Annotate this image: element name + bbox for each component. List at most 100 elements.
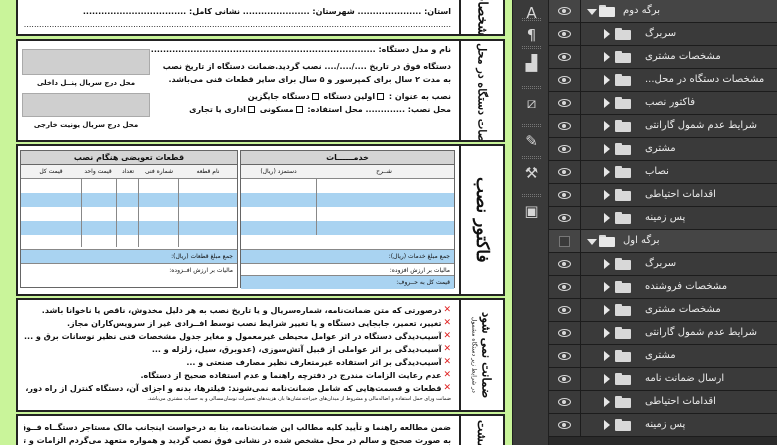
visibility-eye-icon[interactable] <box>549 253 581 275</box>
replacement-device-checkbox[interactable] <box>311 93 319 100</box>
parts-vat-row: مالیات بر ارزش افــزوده: <box>21 263 237 277</box>
panel-grip[interactable] <box>522 194 541 197</box>
table-row[interactable] <box>241 179 454 193</box>
disclosure-closed-icon[interactable] <box>604 351 610 361</box>
disclosure-open-icon[interactable] <box>587 239 597 245</box>
layer-row[interactable]: ارسال ضمانت نامه <box>549 368 777 391</box>
disclosure-closed-icon[interactable] <box>604 144 610 154</box>
disclosure-closed-icon[interactable] <box>604 420 610 430</box>
table-row[interactable] <box>241 207 454 221</box>
brush-presets-icon[interactable]: ✎ <box>513 128 550 154</box>
table-row[interactable] <box>21 235 237 249</box>
app-window: مشخصات استان: ..................... شهرس… <box>0 0 777 445</box>
tool-presets-icon[interactable]: ⚒ <box>513 160 550 186</box>
disclosure-closed-icon[interactable] <box>604 167 610 177</box>
visibility-eye-icon[interactable] <box>549 46 581 68</box>
panel-grip[interactable] <box>522 156 541 159</box>
panel-grip[interactable] <box>522 124 541 127</box>
layer-row[interactable]: فاکتور نصب <box>549 92 777 115</box>
layers-panel[interactable]: برگه دوم سربرگ مشخصات مشتری مشخصات دستگاه د… <box>549 0 777 445</box>
disclosure-closed-icon[interactable] <box>604 190 610 200</box>
visibility-eye-icon[interactable] <box>549 138 581 160</box>
disclosure-closed-icon[interactable] <box>604 397 610 407</box>
visibility-eye-icon[interactable] <box>549 345 581 367</box>
layer-row[interactable]: سربرگ <box>549 23 777 46</box>
layer-row[interactable]: مشخصات مشتری <box>549 46 777 69</box>
disclosure-open-icon[interactable] <box>587 9 597 15</box>
visibility-eye-icon[interactable] <box>549 207 581 229</box>
visibility-eye-icon[interactable] <box>549 184 581 206</box>
visibility-eye-icon[interactable] <box>549 391 581 413</box>
adjustments-icon[interactable]: ⧄ <box>513 90 550 116</box>
panel-tool-strip: A ¶ ▟ ⧄ ✎ ⚒ ▣ <box>512 0 549 445</box>
disclosure-closed-icon[interactable] <box>604 29 610 39</box>
table-row[interactable] <box>241 221 454 235</box>
folder-icon <box>615 327 631 339</box>
visibility-toggle-off[interactable] <box>549 230 581 252</box>
layer-row[interactable]: سربرگ <box>549 253 777 276</box>
panel-grip[interactable] <box>522 18 541 21</box>
layer-name: سربرگ <box>645 258 677 269</box>
disclosure-closed-icon[interactable] <box>604 282 610 292</box>
office-checkbox[interactable] <box>247 106 255 113</box>
table-row[interactable] <box>21 207 237 221</box>
layer-row[interactable]: مشخصات مشتری <box>549 299 777 322</box>
layer-group-row[interactable]: برگه اول <box>549 230 777 253</box>
layer-row[interactable]: پس زمینه <box>549 414 777 437</box>
layer-row[interactable]: اقدامات احتیاطی <box>549 391 777 414</box>
disclosure-closed-icon[interactable] <box>604 98 610 108</box>
eye-icon <box>558 168 571 176</box>
confirmation-line-1: ضمن مطالعه راهنما و تأیید کلیه مطالب این… <box>24 423 451 432</box>
disclosure-closed-icon[interactable] <box>604 213 610 223</box>
layer-row[interactable]: مشخصات دستگاه در محل... <box>549 69 777 92</box>
layer-row[interactable]: مشخصات فروشنده <box>549 276 777 299</box>
table-row[interactable] <box>241 235 454 249</box>
document-canvas[interactable]: مشخصات استان: ..................... شهرس… <box>0 0 512 445</box>
visibility-eye-icon[interactable] <box>549 69 581 91</box>
indoor-serial-box <box>22 49 150 75</box>
histogram-icon[interactable]: ▟ <box>513 50 550 76</box>
table-row[interactable] <box>21 221 237 235</box>
layer-group-row[interactable]: برگه دوم <box>549 0 777 23</box>
table-row[interactable] <box>21 193 237 207</box>
visibility-eye-icon[interactable] <box>549 322 581 344</box>
visibility-eye-icon[interactable] <box>549 368 581 390</box>
visibility-eye-icon[interactable] <box>549 23 581 45</box>
layer-comps-icon[interactable]: ▣ <box>513 198 550 224</box>
visibility-eye-icon[interactable] <box>549 276 581 298</box>
layer-row[interactable]: شرایط عدم شمول گارانتی <box>549 322 777 345</box>
disclosure-closed-icon[interactable] <box>604 374 610 384</box>
eye-icon <box>558 122 571 130</box>
layer-row[interactable]: اقدامات احتیاطی <box>549 184 777 207</box>
layer-row[interactable]: مشتری <box>549 138 777 161</box>
disclosure-closed-icon[interactable] <box>604 52 610 62</box>
disclosure-closed-icon[interactable] <box>604 75 610 85</box>
installation-section: مشخصات دستگاه در محل نصب نام و مدل دستگا… <box>16 39 505 142</box>
disclosure-closed-icon[interactable] <box>604 328 610 338</box>
disclosure-closed-icon[interactable] <box>604 121 610 131</box>
paragraph-panel-icon[interactable]: ¶ <box>513 22 550 48</box>
residential-checkbox[interactable] <box>295 106 303 113</box>
folder-icon <box>615 189 631 201</box>
table-row[interactable] <box>241 193 454 207</box>
visibility-eye-icon[interactable] <box>549 299 581 321</box>
visibility-eye-icon[interactable] <box>549 0 581 22</box>
panel-grip[interactable] <box>522 46 541 49</box>
visibility-eye-icon[interactable] <box>549 115 581 137</box>
layer-row[interactable]: پس زمینه <box>549 207 777 230</box>
warranty-footnote: ضمانت ورای حمل استفاده و اضاله‌مالی و مش… <box>147 396 451 402</box>
layer-row[interactable]: نصاب <box>549 161 777 184</box>
first-device-checkbox[interactable] <box>377 93 385 100</box>
cross-icon: ✕ <box>443 383 451 393</box>
visibility-eye-icon[interactable] <box>549 414 581 436</box>
visibility-eye-icon[interactable] <box>549 161 581 183</box>
visibility-eye-icon[interactable] <box>549 92 581 114</box>
layer-row[interactable]: شرایط عدم شمول گارانتی <box>549 115 777 138</box>
table-row[interactable] <box>21 179 237 193</box>
disclosure-closed-icon[interactable] <box>604 259 610 269</box>
folder-icon <box>615 74 631 86</box>
layer-row[interactable]: مشتری <box>549 345 777 368</box>
disclosure-closed-icon[interactable] <box>604 305 610 315</box>
customer-side-label: مشت <box>459 416 503 445</box>
panel-grip[interactable] <box>522 86 541 89</box>
